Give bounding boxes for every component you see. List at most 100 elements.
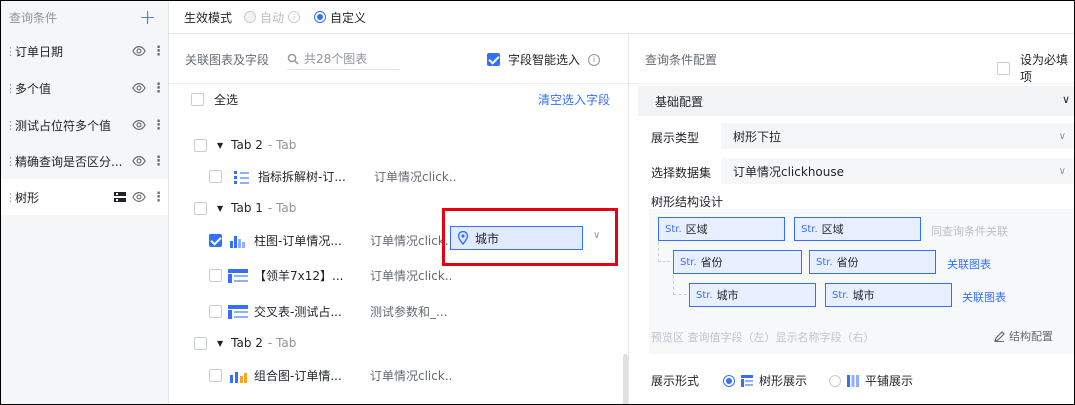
chart-dataset: 订单情况click... (370, 234, 452, 248)
sidebar-item-label: 树形 (15, 190, 40, 205)
eye-icon[interactable] (132, 154, 146, 168)
app-window: 查询条件 + ⋮⋮ 订单日期 ⋮ ⋮⋮ 多个值 ⋮ ⋮⋮ 测试占位符多个值 ⋮ (0, 0, 1075, 405)
chart-search-input[interactable]: 共28个图表 (287, 48, 400, 70)
add-condition-button[interactable]: + (139, 7, 156, 27)
link-charts-link[interactable]: 关联图表 (962, 289, 1006, 305)
eye-icon[interactable] (132, 81, 146, 95)
more-icon[interactable]: ⋮ (152, 154, 165, 169)
structure-config-button[interactable]: 结构配置 (994, 328, 1053, 344)
tree-display-field[interactable]: Str. 省份 (809, 250, 936, 274)
drag-handle-icon[interactable]: ⋮⋮ (5, 45, 25, 58)
tab-name: Tab 2 (231, 336, 263, 350)
dataset-select[interactable]: 订单情况clickhouse ∨ (721, 158, 1074, 184)
row-checkbox[interactable] (209, 269, 222, 282)
chart-row[interactable]: 指标拆解树-订... 订单情况click... (209, 168, 456, 185)
row-checkbox[interactable] (194, 138, 207, 152)
edit-icon (994, 330, 1005, 342)
type-tag: Str. (816, 256, 833, 268)
display-type-value: 树形下拉 (733, 129, 782, 144)
tree-display-field[interactable]: Str. 城市 (825, 283, 952, 307)
sidebar-item-tree[interactable]: ⋮⋮ 树形 ⋮ (1, 179, 168, 215)
tab-row[interactable]: ▼ Tab 2 - Tab (194, 138, 296, 152)
tab-name: Tab 2 (231, 138, 263, 152)
divider (629, 83, 1074, 84)
clear-selected-fields-link[interactable]: 清空选入字段 (538, 91, 610, 108)
tree-query-field[interactable]: Str. 城市 (689, 283, 816, 307)
field-name: 区域 (685, 223, 708, 236)
tab-row[interactable]: ▼ Tab 2 - Tab (194, 336, 296, 350)
sidebar-item-multi-value[interactable]: ⋮⋮ 多个值 ⋮ (1, 70, 168, 106)
smart-select-checkbox[interactable] (487, 53, 500, 66)
chart-dataset: 订单情况click... (370, 269, 452, 283)
collapse-caret-icon[interactable]: ▼ (217, 204, 223, 213)
link-query-condition[interactable]: 同查询条件关联 (931, 223, 1008, 239)
sidebar-title: 查询条件 (9, 10, 58, 25)
bar-chart-icon (230, 235, 245, 248)
link-charts-link[interactable]: 关联图表 (947, 256, 991, 272)
eye-icon[interactable] (132, 118, 146, 132)
row-checkbox[interactable] (209, 170, 222, 183)
type-tag: Str. (832, 289, 849, 301)
chart-name: 柱图-订单情况... (254, 234, 342, 248)
required-label: 设为必填项 (1020, 53, 1069, 84)
row-checkbox[interactable] (209, 305, 222, 318)
more-icon[interactable]: ⋮ (152, 44, 165, 59)
collapse-caret-icon[interactable]: ▼ (217, 339, 223, 348)
drag-handle-icon[interactable]: ⋮⋮ (5, 191, 25, 204)
row-checkbox[interactable] (194, 201, 207, 215)
preview-hint: 预览区 查询值字段（左）显示名称字段（右） (651, 331, 875, 344)
row-checkbox[interactable] (194, 336, 207, 350)
chevron-down-icon[interactable]: ∨ (1062, 93, 1070, 106)
chevron-down-icon: ∨ (1058, 130, 1066, 142)
field-name: 城市 (716, 289, 739, 302)
tab-row[interactable]: ▼ Tab 1 - Tab (194, 201, 296, 215)
tree-query-field[interactable]: Str. 省份 (673, 250, 802, 274)
query-conditions-sidebar: 查询条件 + ⋮⋮ 订单日期 ⋮ ⋮⋮ 多个值 ⋮ ⋮⋮ 测试占位符多个值 ⋮ (1, 1, 169, 404)
chart-name: 组合图-订单情... (254, 369, 342, 383)
more-icon[interactable]: ⋮ (152, 81, 165, 96)
chart-row[interactable]: 交叉表-测试占... 测试参数和_... (209, 303, 452, 320)
sidebar-item-exact-query[interactable]: ⋮⋮ 精确查询是否区分... ⋮ (1, 143, 168, 179)
radio-button[interactable] (723, 374, 735, 387)
select-all-checkbox[interactable] (191, 93, 204, 106)
row-checkbox[interactable] (209, 369, 222, 382)
more-icon[interactable]: ⋮ (152, 118, 165, 133)
select-all[interactable]: 全选 (191, 91, 238, 108)
radio-button[interactable] (829, 374, 841, 387)
required-checkbox[interactable] (997, 61, 1010, 75)
chart-row[interactable]: 柱图-订单情况... 订单情况click... (209, 232, 452, 249)
display-type-select[interactable]: 树形下拉 ∨ (721, 123, 1074, 149)
chart-row[interactable]: 组合图-订单情... 订单情况click... (209, 367, 452, 384)
tab-type: - Tab (267, 138, 297, 152)
drag-handle-icon[interactable]: ⋮⋮ (5, 119, 25, 132)
radio-button[interactable] (314, 11, 327, 23)
required-toggle[interactable]: 设为必填项 (997, 51, 1074, 85)
tab-type: - Tab (267, 336, 297, 350)
sidebar-item-label: 精确查询是否区分... (15, 154, 123, 169)
select-all-label: 全选 (214, 93, 239, 107)
mode-option-auto: 自动 i (244, 9, 301, 26)
display-form-tree[interactable]: 树形展示 (723, 372, 807, 389)
row-checkbox[interactable] (209, 234, 222, 247)
info-icon: i (288, 11, 301, 23)
display-form-flat[interactable]: 平铺展示 (829, 372, 913, 389)
mode-option-custom[interactable]: 自定义 (314, 9, 366, 26)
chart-name: 【领羊7x12】... (254, 269, 344, 283)
eye-icon[interactable] (132, 190, 146, 204)
drag-handle-icon[interactable]: ⋮⋮ (5, 155, 25, 168)
eye-icon[interactable] (132, 44, 146, 58)
sidebar-item-placeholder-multi[interactable]: ⋮⋮ 测试占位符多个值 ⋮ (1, 107, 168, 143)
sidebar-item-label: 测试占位符多个值 (15, 118, 112, 133)
more-icon[interactable]: ⋮ (152, 190, 165, 205)
sidebar-item-order-date[interactable]: ⋮⋮ 订单日期 ⋮ (1, 33, 168, 69)
drag-handle-icon[interactable]: ⋮⋮ (5, 82, 25, 95)
collapse-caret-icon[interactable]: ▼ (217, 141, 223, 150)
chart-row[interactable]: 【领羊7x12】... 订单情况click... (209, 267, 452, 284)
field-name: 省份 (700, 256, 723, 269)
display-type-label: 展示类型 (651, 131, 700, 145)
scrollbar[interactable] (623, 354, 628, 404)
tree-query-field[interactable]: Str. 区域 (658, 217, 785, 241)
smart-select-toggle[interactable]: 字段智能选入 i (487, 51, 601, 68)
basic-config-section[interactable]: 基础配置 ∨ (638, 86, 1074, 116)
tree-display-field[interactable]: Str. 区域 (794, 217, 921, 241)
